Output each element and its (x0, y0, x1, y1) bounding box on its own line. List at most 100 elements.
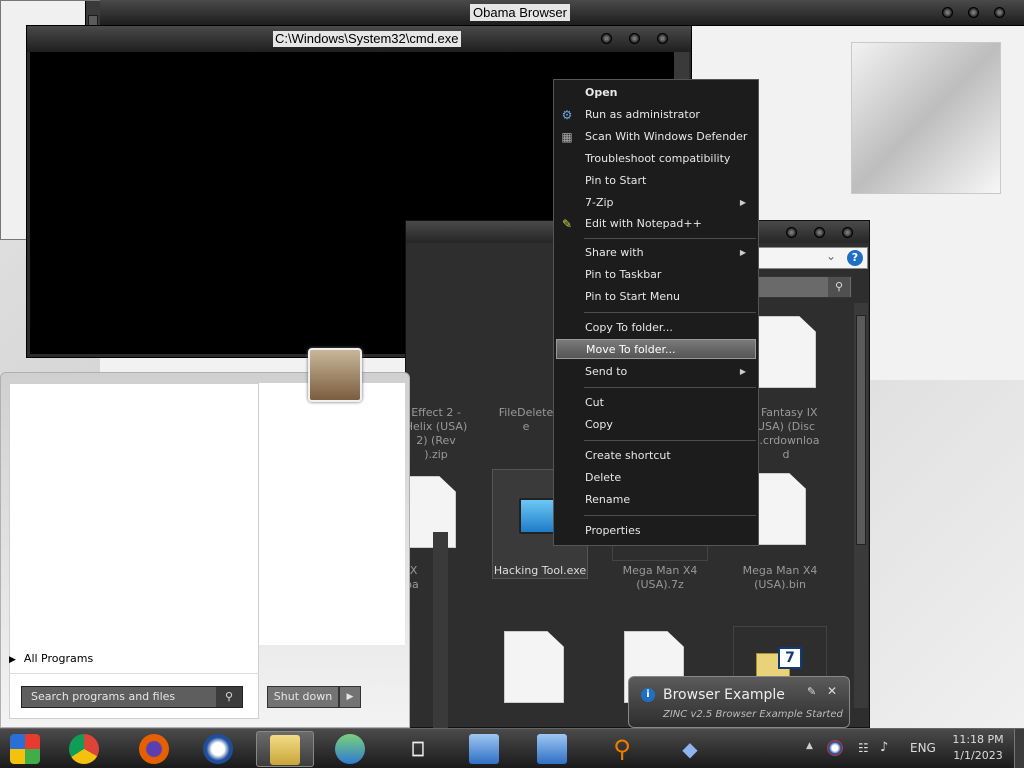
triangle-right-icon: ▶ (9, 655, 16, 665)
menu-item-scan-defender[interactable]: ▦ Scan With Windows Defender (556, 127, 756, 147)
help-icon[interactable]: ? (847, 250, 863, 266)
network-icon[interactable]: ☷ (858, 741, 869, 755)
show-desktop-button[interactable] (1014, 729, 1024, 768)
taskbar-gamepad[interactable]: ⎕ (390, 731, 448, 767)
taskbar-messenger[interactable] (322, 731, 380, 767)
browser-minimize-button[interactable] (942, 7, 953, 18)
menu-item-troubleshoot[interactable]: Troubleshoot compatibility (556, 149, 756, 169)
all-programs-button[interactable]: ▶ All Programs (9, 649, 249, 669)
menu-item-copy[interactable]: Copy (556, 415, 756, 435)
taskbar-search-app[interactable]: ⚲ (594, 731, 652, 767)
scrollbar-thumb[interactable] (856, 315, 866, 545)
clock-time[interactable]: 11:18 PM (950, 733, 1006, 746)
menu-item-run-as-admin[interactable]: ⚙ Run as administrator (556, 105, 756, 125)
menu-item-cut[interactable]: Cut (556, 393, 756, 413)
submenu-arrow-icon: ▶ (739, 198, 746, 207)
search-icon[interactable]: ⚲ (828, 277, 850, 297)
firefox-icon (139, 734, 169, 764)
menu-item-send-to[interactable]: Send to ▶ (556, 362, 756, 382)
messenger-icon (335, 734, 365, 764)
shutdown-options-button[interactable]: ▶ (339, 686, 361, 708)
chrome-icon (69, 734, 99, 764)
browser-maximize-button[interactable] (968, 7, 979, 18)
browser-portrait-image (851, 42, 1001, 194)
explorer-scrollbar[interactable] (854, 303, 868, 708)
volume-icon[interactable]: ♪ (880, 740, 888, 755)
network-app-2-icon (537, 734, 567, 764)
notepadpp-icon: ✎ (561, 217, 573, 231)
taskbar-file-explorer[interactable] (256, 731, 314, 767)
cmd-maximize-button[interactable] (629, 33, 640, 44)
network-app-icon (469, 734, 499, 764)
menu-separator (584, 238, 756, 239)
menu-item-rename[interactable]: Rename (556, 490, 756, 510)
language-indicator[interactable]: ENG (910, 741, 936, 755)
diamond-app-icon: ◆ (682, 737, 698, 761)
browser-close-button[interactable] (994, 7, 1005, 18)
menu-item-7zip[interactable]: 7-Zip ▶ (556, 193, 756, 213)
taskbar-diamond-app[interactable]: ◆ (662, 731, 720, 767)
shutdown-button[interactable]: Shut down (267, 686, 339, 708)
start-menu[interactable]: ▶ All Programs Search programs and files … (0, 372, 410, 728)
notification-balloon[interactable]: i Browser Example ZINC v2.5 Browser Exam… (628, 676, 850, 728)
search-icon[interactable]: ⚲ (216, 687, 242, 707)
menu-item-edit-notepadpp[interactable]: ✎ Edit with Notepad++ (556, 214, 756, 234)
divider (9, 673, 259, 674)
menu-separator (584, 440, 756, 441)
menu-item-properties[interactable]: Properties (556, 521, 756, 541)
browser-title: Obama Browser (470, 4, 570, 21)
defender-icon: ▦ (561, 130, 573, 144)
file-item-label[interactable]: Mega Man X4 (USA).7z (610, 564, 710, 592)
context-menu[interactable]: Open ⚙ Run as administrator ▦ Scan With … (553, 79, 759, 546)
start-search-input[interactable]: Search programs and files (21, 686, 243, 708)
menu-item-move-to-folder[interactable]: Move To folder... (556, 339, 756, 359)
menu-item-open[interactable]: Open (556, 83, 756, 103)
submenu-arrow-icon: ▶ (739, 367, 746, 376)
cmd-title: C:\Windows\System32\cmd.exe (273, 31, 461, 47)
cmd-close-button[interactable] (657, 33, 668, 44)
explorer-close-button[interactable] (842, 227, 853, 238)
taskbar-obama-browser[interactable] (190, 731, 248, 767)
file-icon[interactable] (504, 631, 564, 703)
7zip-icon: 7 (778, 647, 802, 669)
menu-item-copy-to-folder[interactable]: Copy To folder... (556, 318, 756, 338)
menu-item-pin-to-taskbar[interactable]: Pin to Taskbar (556, 265, 756, 285)
chevron-down-icon[interactable]: ⌄ (826, 249, 836, 263)
obama-tray-icon[interactable] (827, 740, 843, 756)
menu-item-create-shortcut[interactable]: Create shortcut (556, 446, 756, 466)
close-icon[interactable]: ✕ (827, 684, 837, 698)
search-magnifier-icon: ⚲ (613, 735, 631, 763)
explorer-maximize-button[interactable] (814, 227, 825, 238)
obama-browser-icon (203, 734, 233, 764)
menu-item-delete[interactable]: Delete (556, 468, 756, 488)
start-button[interactable] (0, 731, 52, 767)
taskbar-network-app[interactable] (456, 731, 514, 767)
taskbar[interactable]: ⎕ ⚲ ◆ ▲ ☷ ♪ ENG 11:18 PM 1/1/2023 (0, 728, 1024, 768)
start-menu-scrollbar[interactable] (433, 532, 448, 728)
pin-icon[interactable]: ✎ (807, 685, 816, 698)
file-explorer-icon (270, 735, 300, 765)
taskbar-network-app-2[interactable] (524, 731, 582, 767)
taskbar-chrome[interactable] (56, 731, 114, 767)
cmd-titlebar[interactable]: C:\Windows\System32\cmd.exe (27, 26, 691, 52)
file-item-label[interactable]: Mega Man X4 (USA).bin (730, 564, 830, 592)
file-icon[interactable] (756, 316, 816, 388)
show-hidden-icons-button[interactable]: ▲ (806, 741, 813, 751)
menu-separator (584, 312, 756, 313)
browser-titlebar[interactable]: Obama Browser (100, 0, 1024, 26)
notification-title: Browser Example (663, 687, 785, 703)
info-icon: i (641, 688, 655, 702)
menu-separator (584, 387, 756, 388)
menu-item-share-with[interactable]: Share with ▶ (556, 243, 756, 263)
menu-item-pin-to-start-menu[interactable]: Pin to Start Menu (556, 287, 756, 307)
cmd-minimize-button[interactable] (601, 33, 612, 44)
notification-body: ZINC v2.5 Browser Example Started (663, 709, 843, 720)
file-item-label[interactable]: Hacking Tool.exe (490, 564, 590, 578)
menu-item-pin-to-start[interactable]: Pin to Start (556, 171, 756, 191)
windows-start-icon (10, 734, 40, 764)
clock-date[interactable]: 1/1/2023 (950, 749, 1006, 762)
explorer-minimize-button[interactable] (786, 227, 797, 238)
user-avatar[interactable] (308, 348, 362, 402)
taskbar-firefox[interactable] (126, 731, 184, 767)
submenu-arrow-icon: ▶ (739, 248, 746, 257)
